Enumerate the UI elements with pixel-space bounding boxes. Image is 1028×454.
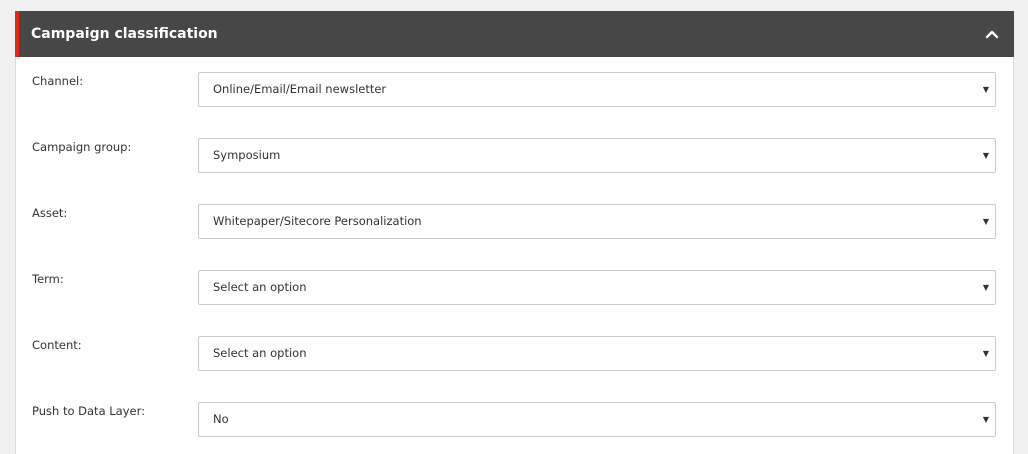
caret-down-icon: ▼ xyxy=(982,151,989,160)
asset-select[interactable]: Whitepaper/Sitecore Personalization ▼ xyxy=(198,204,996,239)
panel-header[interactable]: Campaign classification xyxy=(15,11,1014,57)
caret-down-icon: ▼ xyxy=(982,349,989,358)
campaign-group-select-value: Symposium xyxy=(213,148,281,162)
campaign-classification-panel: Campaign classification Channel: Online/… xyxy=(15,11,1014,454)
push-to-data-layer-select-value: No xyxy=(213,412,229,426)
panel-title: Campaign classification xyxy=(31,26,218,42)
caret-down-icon: ▼ xyxy=(982,415,989,424)
term-select[interactable]: Select an option ▼ xyxy=(198,270,996,305)
push-to-data-layer-label: Push to Data Layer: xyxy=(32,404,146,418)
asset-label: Asset: xyxy=(32,206,68,220)
campaign-group-label: Campaign group: xyxy=(32,140,132,154)
content-select[interactable]: Select an option ▼ xyxy=(198,336,996,371)
content-select-value: Select an option xyxy=(213,346,307,360)
asset-select-value: Whitepaper/Sitecore Personalization xyxy=(213,214,422,228)
content-label: Content: xyxy=(32,338,82,352)
caret-down-icon: ▼ xyxy=(982,85,989,94)
caret-down-icon: ▼ xyxy=(982,283,989,292)
term-label: Term: xyxy=(32,272,64,286)
campaign-group-select[interactable]: Symposium ▼ xyxy=(198,138,996,173)
term-select-value: Select an option xyxy=(213,280,307,294)
caret-down-icon: ▼ xyxy=(982,217,989,226)
push-to-data-layer-select[interactable]: No ▼ xyxy=(198,402,996,437)
channel-select-value: Online/Email/Email newsletter xyxy=(213,82,387,96)
chevron-up-icon[interactable] xyxy=(984,26,1000,42)
channel-select[interactable]: Online/Email/Email newsletter ▼ xyxy=(198,72,996,107)
channel-label: Channel: xyxy=(32,74,84,88)
